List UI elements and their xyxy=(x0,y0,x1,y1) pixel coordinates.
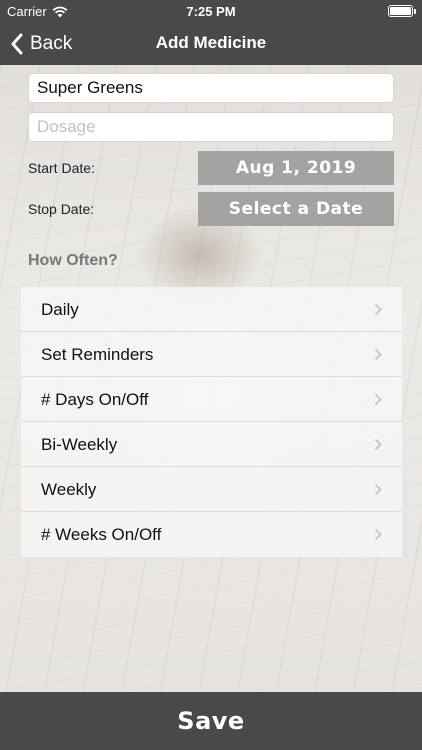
frequency-option-label: # Weeks On/Off xyxy=(41,525,162,544)
dosage-input[interactable] xyxy=(28,112,394,142)
clock: 7:25 PM xyxy=(186,4,236,19)
frequency-option-label: Daily xyxy=(41,300,79,319)
chevron-right-icon xyxy=(374,348,382,361)
save-button[interactable]: Save xyxy=(0,692,422,750)
chevron-right-icon xyxy=(374,438,382,451)
frequency-option-weeks-on-off[interactable]: # Weeks On/Off xyxy=(21,512,402,557)
navigation-bar: Carrier 7:25 PM Back Add Medicine xyxy=(0,0,422,65)
chevron-right-icon xyxy=(374,393,382,406)
medicine-name-input[interactable] xyxy=(28,73,394,103)
frequency-option-daily[interactable]: Daily xyxy=(21,287,402,332)
status-bar: Carrier 7:25 PM xyxy=(0,0,422,22)
frequency-option-bi-weekly[interactable]: Bi-Weekly xyxy=(21,422,402,467)
frequency-option-label: Weekly xyxy=(41,480,97,499)
chevron-right-icon xyxy=(374,483,382,496)
how-often-heading: How Often? xyxy=(28,252,118,269)
start-date-label: Start Date: xyxy=(28,160,95,176)
chevron-right-icon xyxy=(374,528,382,541)
stop-date-button[interactable]: Select a Date xyxy=(198,192,394,226)
chevron-right-icon xyxy=(374,303,382,316)
frequency-list: Daily Set Reminders # Days On/Off Bi-Wee… xyxy=(21,287,402,557)
stop-date-label: Stop Date: xyxy=(28,201,95,217)
page-title: Add Medicine xyxy=(155,33,267,52)
frequency-option-label: Bi-Weekly xyxy=(41,435,118,454)
frequency-option-set-reminders[interactable]: Set Reminders xyxy=(21,332,402,377)
frequency-option-label: Set Reminders xyxy=(41,345,154,364)
battery-icon xyxy=(388,5,416,17)
frequency-option-days-on-off[interactable]: # Days On/Off xyxy=(21,377,402,422)
frequency-option-label: # Days On/Off xyxy=(41,390,149,409)
start-date-button[interactable]: Aug 1, 2019 xyxy=(198,151,394,185)
frequency-option-weekly[interactable]: Weekly xyxy=(21,467,402,512)
